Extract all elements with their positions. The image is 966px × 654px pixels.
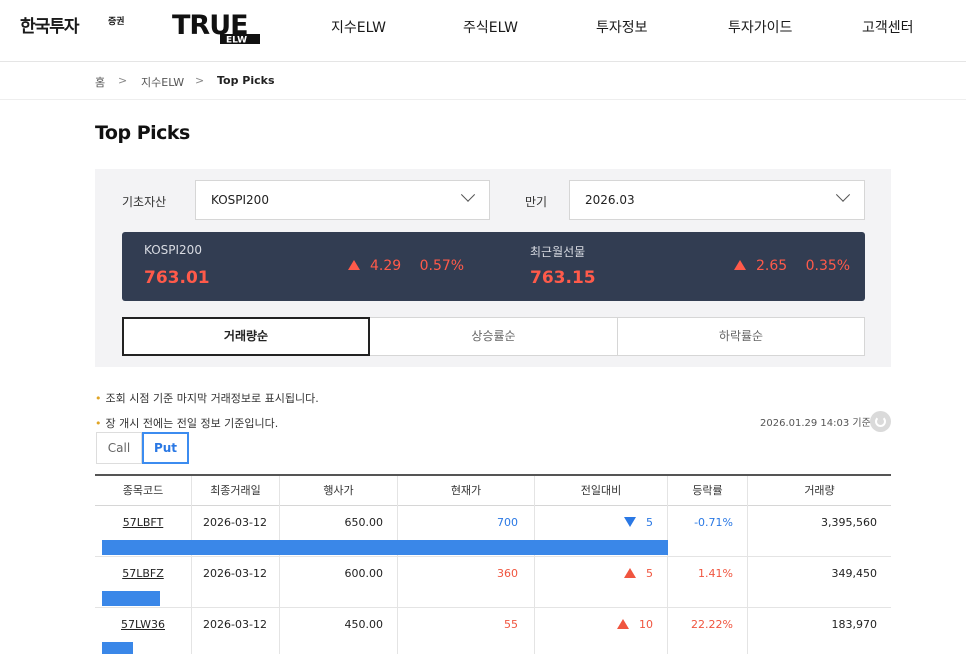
- volume-bar: [102, 642, 133, 654]
- breadcrumb-chevron-icon: >: [195, 74, 205, 87]
- row-last-date: 2026-03-12: [203, 516, 267, 529]
- chevron-down-icon: [835, 187, 851, 202]
- quote-change-value: 4.29: [370, 258, 402, 274]
- nav-invest-guide[interactable]: 투자가이드: [728, 17, 792, 37]
- table-row[interactable]: 57LBFZ 2026-03-12 600.00 360 5 1.41% 349…: [95, 557, 891, 608]
- call-toggle-button[interactable]: Call: [96, 432, 142, 464]
- note-item: • 조회 시점 기준 마지막 거래정보로 표시됩니다.: [95, 390, 319, 406]
- nav-stock-elw[interactable]: 주식ELW: [463, 17, 518, 37]
- row-rate: 1.41%: [698, 567, 733, 580]
- row-price: 55: [504, 618, 518, 631]
- row-code[interactable]: 57LBFT: [95, 506, 191, 540]
- table-header: 종목코드 최종거래일 행사가 현재가 전일대비 등락률 거래량: [95, 474, 891, 506]
- row-price: 700: [497, 516, 518, 529]
- chevron-down-icon: [460, 187, 476, 202]
- volume-bar: [102, 591, 160, 606]
- quote-name-kospi200: KOSPI200: [144, 243, 202, 257]
- row-price: 360: [497, 567, 518, 580]
- triangle-up-icon: [617, 619, 629, 629]
- underlying-label: 기초자산: [122, 195, 167, 209]
- row-code[interactable]: 57LBFZ: [95, 557, 191, 591]
- quote-change-kospi200: 4.29 0.57%: [348, 258, 464, 274]
- row-change: 5: [534, 506, 653, 540]
- quote-change-pct: 0.57%: [419, 258, 465, 274]
- row-code[interactable]: 57LW36: [95, 608, 191, 642]
- nav-invest-info[interactable]: 투자정보: [596, 17, 648, 37]
- tab-by-volume[interactable]: 거래량순: [122, 317, 370, 356]
- breadcrumb: 홈 > 지수ELW > Top Picks: [0, 62, 966, 100]
- col-volume: 거래량: [747, 476, 891, 506]
- brand-sub: 증권: [108, 17, 125, 27]
- filter-panel: 기초자산 KOSPI200 만기 2026.03 KOSPI200 763.01…: [95, 169, 891, 367]
- row-last-date: 2026-03-12: [203, 618, 267, 631]
- triangle-down-icon: [624, 517, 636, 527]
- col-rate: 등락률: [667, 476, 747, 506]
- table-row[interactable]: 57LW36 2026-03-12 450.00 55 10 22.22% 18…: [95, 608, 891, 654]
- underlying-select[interactable]: KOSPI200: [195, 180, 490, 220]
- col-code: 종목코드: [122, 484, 164, 497]
- quote-price-kospi200: 763.01: [144, 268, 210, 288]
- row-change-value: 10: [639, 618, 653, 631]
- row-strike: 650.00: [344, 516, 384, 529]
- quote-name-futures: 최근월선물: [530, 245, 586, 259]
- triangle-up-icon: [624, 568, 636, 578]
- breadcrumb-home[interactable]: 홈: [95, 74, 105, 90]
- quote-change-value: 2.65: [756, 258, 788, 274]
- row-rate: -0.71%: [694, 516, 733, 529]
- breadcrumb-current: Top Picks: [217, 74, 275, 87]
- note-item: • 장 개시 전에는 전일 정보 기준입니다.: [95, 415, 278, 431]
- row-change: 5: [534, 557, 653, 591]
- col-strike: 행사가: [279, 476, 397, 506]
- page-title: Top Picks: [95, 122, 190, 144]
- site-header: 한국투자 증권 TRUE ELW 지수ELW 주식ELW 투자정보 투자가이드 …: [0, 0, 966, 62]
- row-last-date: 2026-03-12: [203, 567, 267, 580]
- logo-sub-text: ELW: [226, 36, 247, 45]
- triangle-up-icon: [734, 260, 746, 270]
- quote-change-pct: 0.35%: [805, 258, 851, 274]
- underlying-value: KOSPI200: [211, 193, 269, 207]
- nav-customer-center[interactable]: 고객센터: [862, 17, 914, 37]
- quote-change-futures: 2.65 0.35%: [734, 258, 850, 274]
- breadcrumb-chevron-icon: >: [118, 74, 128, 87]
- tab-by-loss[interactable]: 하락률순: [617, 318, 864, 355]
- true-elw-logo[interactable]: TRUE ELW: [170, 8, 262, 44]
- expiry-value: 2026.03: [585, 193, 635, 207]
- note-text: 조회 시점 기준 마지막 거래정보로 표시됩니다.: [105, 392, 319, 405]
- row-volume: 183,970: [831, 618, 878, 631]
- sort-tabs: 거래량순 상승률순 하락률순: [122, 317, 865, 356]
- bullet-icon: •: [95, 392, 102, 405]
- tab-by-gain[interactable]: 상승률순: [370, 318, 617, 355]
- quote-box: KOSPI200 763.01 4.29 0.57% 최근월선물 763.15 …: [122, 232, 865, 301]
- row-change-value: 5: [646, 567, 653, 580]
- col-change: 전일대비: [534, 476, 667, 506]
- expiry-select[interactable]: 2026.03: [569, 180, 865, 220]
- put-toggle-button[interactable]: Put: [142, 432, 189, 464]
- row-strike: 450.00: [344, 618, 384, 631]
- row-change: 10: [534, 608, 653, 642]
- quote-price-futures: 763.15: [530, 268, 596, 288]
- col-price: 현재가: [397, 476, 534, 506]
- expiry-label: 만기: [525, 195, 548, 209]
- row-rate: 22.22%: [691, 618, 733, 631]
- volume-bar: [102, 540, 668, 555]
- row-volume: 3,395,560: [821, 516, 877, 529]
- note-text: 장 개시 전에는 전일 정보 기준입니다.: [105, 417, 279, 430]
- breadcrumb-section[interactable]: 지수ELW: [141, 74, 184, 90]
- col-last-date: 최종거래일: [191, 476, 279, 506]
- row-strike: 600.00: [344, 567, 384, 580]
- nav-index-elw[interactable]: 지수ELW: [331, 17, 386, 37]
- row-change-value: 5: [646, 516, 653, 529]
- row-volume: 349,450: [831, 567, 878, 580]
- table-row[interactable]: 57LBFT 2026-03-12 650.00 700 5 -0.71% 3,…: [95, 506, 891, 557]
- triangle-up-icon: [348, 260, 360, 270]
- bullet-icon: •: [95, 417, 102, 430]
- timestamp: 2026.01.29 14:03 기준: [760, 418, 871, 429]
- refresh-icon[interactable]: [870, 411, 891, 432]
- brand-logo[interactable]: 한국투자: [20, 12, 80, 37]
